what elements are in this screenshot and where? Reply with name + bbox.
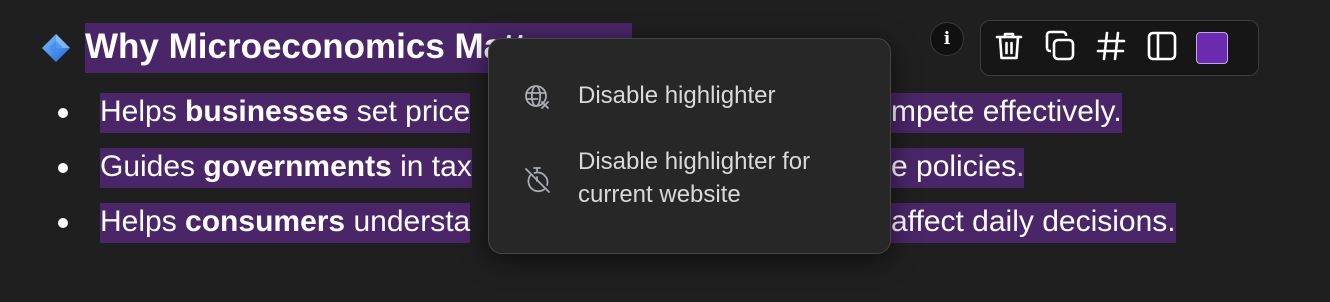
bullet-dot: [58, 163, 68, 173]
sidebar-toggle-button[interactable]: [1145, 31, 1179, 65]
list-item-tail: affect daily decisions.: [891, 203, 1176, 243]
info-button[interactable]: i: [930, 22, 964, 56]
text-bold: businesses: [185, 95, 349, 128]
text-prefix: Helps: [100, 205, 186, 238]
info-label: i: [943, 29, 951, 49]
highlight-toolbar: [980, 20, 1259, 76]
page: Why Microeconomics Matters Helps busines…: [0, 0, 1330, 302]
text-bold: governments: [203, 150, 392, 183]
text-suffix: set price: [348, 95, 471, 128]
context-menu: Disable highlighter Disable highlighter …: [488, 38, 891, 254]
color-swatch-button[interactable]: [1196, 32, 1228, 64]
globe-x-icon: [523, 83, 553, 113]
text-suffix: understa: [345, 205, 471, 238]
copy-button[interactable]: [1043, 30, 1077, 67]
list-item: Guides governments in tax: [58, 148, 472, 188]
list-item-text: Helps consumers understa: [100, 203, 471, 243]
menu-label-line: Disable highlighter for: [578, 148, 811, 175]
list-item: Helps consumers understa: [58, 203, 471, 243]
tag-button[interactable]: [1094, 31, 1128, 65]
text-suffix: in tax: [391, 150, 472, 183]
delete-button[interactable]: [992, 31, 1026, 65]
text-bold: consumers: [185, 205, 346, 238]
list-item-tail: e policies.: [891, 148, 1025, 188]
list-item: Helps businesses set price: [58, 93, 471, 133]
list-item-tail: mpete effectively.: [891, 93, 1122, 133]
menu-item-disable-for-website[interactable]: Disable highlighter for current website: [489, 147, 890, 217]
menu-item-label: Disable highlighter: [578, 82, 776, 109]
blue-diamond-icon: [40, 32, 72, 64]
menu-item-label: Disable highlighter for current website: [578, 145, 810, 211]
trash-icon: [994, 30, 1024, 67]
menu-label-line: current website: [578, 181, 741, 208]
bullet-dot: [58, 218, 68, 228]
hash-icon: [1096, 30, 1126, 67]
list-item-text: Helps businesses set price: [100, 93, 471, 133]
sidebar-icon: [1146, 30, 1178, 67]
text-prefix: Helps: [100, 95, 186, 128]
timer-off-icon: [523, 165, 553, 195]
bullet-dot: [58, 108, 68, 118]
menu-item-disable-highlighter[interactable]: Disable highlighter: [489, 79, 890, 119]
list-item-text: Guides governments in tax: [100, 148, 472, 188]
text-prefix: Guides: [100, 150, 204, 183]
copy-icon: [1044, 30, 1076, 67]
